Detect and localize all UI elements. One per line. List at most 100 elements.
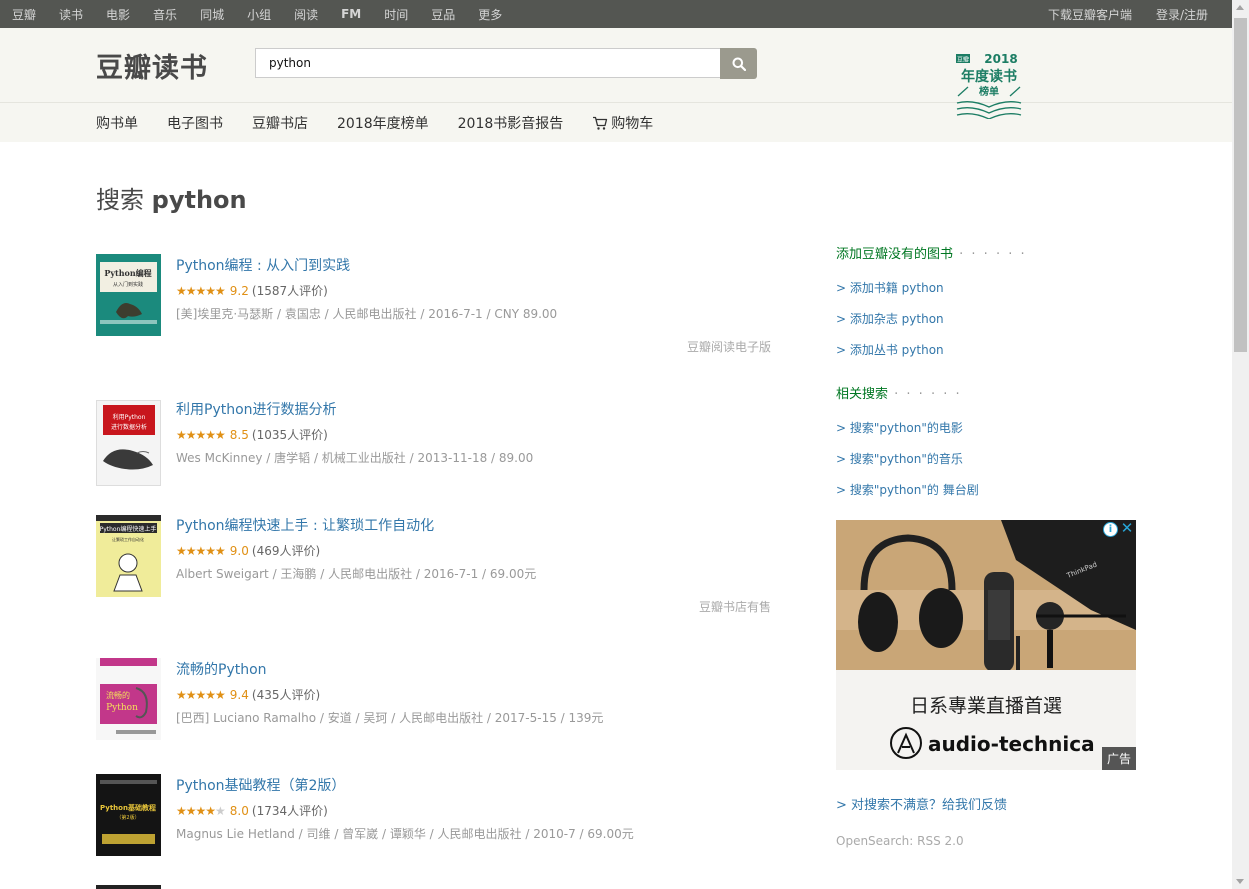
book-item: 利用Python 进行数据分析 利用Python进行数据分析 ★★★★★ 8.5… — [96, 398, 776, 488]
svg-text:豆瓣: 豆瓣 — [957, 56, 969, 64]
scroll-down-arrow-icon[interactable] — [1236, 879, 1244, 884]
scrollbar-thumb[interactable] — [1234, 18, 1247, 352]
subnav-annual-list[interactable]: 2018年度榜单 — [337, 113, 429, 133]
sidebar-ad[interactable]: ThinkPad 日系專業直播首選 audio-technica i ✕ 广告 — [836, 520, 1136, 770]
nav-douban[interactable]: 豆瓣 — [12, 6, 36, 23]
rating-count: (1035人评价) — [251, 428, 328, 442]
book-cover[interactable]: Python编程快速上手 让繁琐工作自动化 — [96, 515, 161, 597]
nav-book[interactable]: 读书 — [59, 6, 83, 23]
book-info: 利用Python进行数据分析 ★★★★★ 8.5 (1035人评价) Wes M… — [176, 398, 776, 466]
sidebar-add-section: 添加豆瓣没有的图书 · · · · · · > 添加书籍 python > 添加… — [836, 243, 1136, 358]
sidebar-add-heading: 添加豆瓣没有的图书 · · · · · · — [836, 247, 1027, 262]
scroll-up-arrow-icon[interactable] — [1236, 5, 1244, 10]
book-title[interactable]: Python基础教程（第2版） — [176, 776, 776, 796]
rating-stars-icon: ★★★★★ — [176, 543, 226, 558]
ad-close-icon[interactable]: ✕ — [1120, 520, 1134, 536]
nav-movie[interactable]: 电影 — [106, 6, 130, 23]
book-meta: [美]埃里克·马瑟斯 / 袁国忠 / 人民邮电出版社 / 2016-7-1 / … — [176, 307, 558, 321]
title-query: python — [151, 186, 247, 214]
nav-music[interactable]: 音乐 — [153, 6, 177, 23]
cart-label: 购物车 — [611, 116, 654, 132]
nav-market[interactable]: 豆品 — [431, 6, 455, 23]
book-cover[interactable]: Python基础教程 （第2版） — [96, 774, 161, 856]
book-meta: [巴西] Luciano Ramalho / 安道 / 吴珂 / 人民邮电出版社… — [176, 711, 604, 725]
svg-text:榜单: 榜单 — [979, 85, 999, 98]
global-nav: 豆瓣 读书 电影 音乐 同城 小组 阅读 FM 时间 豆品 更多 — [12, 0, 525, 28]
book-rating: ★★★★★ 8.5 (1035人评价) — [176, 426, 776, 443]
book-item: Python编程 从入门到实践 Python编程 : 从入门到实践 ★★★★★ … — [96, 254, 776, 354]
bookstore-availability-link[interactable]: 豆瓣书店有售 — [699, 598, 771, 615]
svg-text:Python编程: Python编程 — [104, 268, 151, 278]
book-rating: ★★★★★ 9.2 (1587人评价) — [176, 282, 776, 299]
svg-text:从入门到实践: 从入门到实践 — [113, 281, 143, 288]
rating-count: (1734人评价) — [251, 804, 328, 818]
rating-stars-icon: ★★★★★ — [176, 283, 226, 298]
svg-text:年度读书: 年度读书 — [961, 68, 1017, 85]
download-app-link[interactable]: 下载豆瓣客户端 — [1048, 6, 1132, 23]
account-links: 下载豆瓣客户端 登录/注册 — [1024, 0, 1208, 28]
book-meta: Wes McKinney / 唐学韬 / 机械工业出版社 / 2013-11-1… — [176, 451, 534, 465]
book-item: Python编程快速上手 让繁琐工作自动化 Python编程快速上手 : 让繁琐… — [96, 514, 776, 614]
search-input[interactable]: python — [255, 48, 720, 78]
page-scrollbar[interactable] — [1232, 0, 1249, 889]
book-title[interactable]: Python编程 : 从入门到实践 — [176, 256, 776, 276]
svg-text:（第2版）: （第2版） — [116, 814, 139, 821]
rating-count: (469人评价) — [251, 544, 321, 558]
svg-text:让繁琐工作自动化: 让繁琐工作自动化 — [112, 536, 144, 542]
ad-info-icon[interactable]: i — [1103, 522, 1118, 537]
nav-group[interactable]: 小组 — [247, 6, 271, 23]
book-title[interactable]: Python编程快速上手 : 让繁琐工作自动化 — [176, 516, 776, 536]
nav-time[interactable]: 时间 — [384, 6, 408, 23]
subnav-ebook[interactable]: 电子图书 — [167, 113, 223, 133]
add-series-link[interactable]: > 添加丛书 python — [836, 341, 1136, 358]
book-info: Python编程 : 从入门到实践 ★★★★★ 9.2 (1587人评价) [美… — [176, 254, 776, 322]
book-cover[interactable]: 流畅的 Python — [96, 658, 161, 740]
book-title[interactable]: 流畅的Python — [176, 660, 776, 680]
add-book-link[interactable]: > 添加书籍 python — [836, 279, 1136, 296]
svg-text:2018: 2018 — [984, 52, 1017, 66]
ebook-availability-link[interactable]: 豆瓣阅读电子版 — [687, 338, 771, 355]
opensearch-link[interactable]: OpenSearch: RSS 2.0 — [836, 834, 964, 848]
ad-label: 广告 — [1101, 747, 1136, 770]
rating-score: 8.5 — [229, 427, 249, 442]
book-cover[interactable]: Python编程 从入门到实践 — [96, 254, 161, 336]
svg-text:进行数据分析: 进行数据分析 — [111, 423, 147, 431]
book-cover[interactable] — [96, 885, 161, 889]
subnav-cart[interactable]: 购物车 — [592, 113, 682, 133]
title-prefix: 搜索 — [96, 186, 144, 214]
page-title: 搜索 python — [96, 180, 247, 215]
annual-list-banner[interactable]: 豆瓣 2018 年度读书 榜单 — [955, 51, 1023, 120]
subnav-annual-report[interactable]: 2018书影音报告 — [458, 113, 564, 133]
sidebar-related-heading: 相关搜索 · · · · · · — [836, 387, 962, 402]
related-drama-link[interactable]: > 搜索"python"的 舞台剧 — [836, 481, 1136, 498]
rating-stars-icon: ★★★★★ — [176, 427, 226, 442]
book-cover[interactable]: 利用Python 进行数据分析 — [96, 400, 161, 486]
nav-more[interactable]: 更多 — [478, 6, 502, 23]
book-item: Python基础教程 （第2版） Python基础教程（第2版） ★★★★★ 8… — [96, 774, 776, 864]
add-magazine-link[interactable]: > 添加杂志 python — [836, 310, 1136, 327]
rating-stars-icon: ★★★★★ — [176, 687, 226, 702]
search-button[interactable] — [720, 48, 757, 79]
svg-text:流畅的: 流畅的 — [106, 690, 130, 700]
sidebar-related-section: 相关搜索 · · · · · · > 搜索"python"的电影 > 搜索"py… — [836, 383, 1136, 498]
svg-text:日系專業直播首選: 日系專業直播首選 — [910, 695, 1062, 717]
book-rating: ★★★★★ 9.0 (469人评价) — [176, 542, 776, 559]
related-movie-link[interactable]: > 搜索"python"的电影 — [836, 419, 1136, 436]
book-item: 流畅的 Python 流畅的Python ★★★★★ 9.4 (435人评价) … — [96, 658, 776, 748]
site-logo[interactable]: 豆瓣读书 — [96, 46, 208, 85]
svg-text:Python: Python — [106, 703, 138, 713]
book-rating: ★★★★★ 9.4 (435人评价) — [176, 686, 776, 703]
related-music-link[interactable]: > 搜索"python"的音乐 — [836, 450, 1136, 467]
subnav-bookstore[interactable]: 豆瓣书店 — [252, 113, 308, 133]
svg-text:Python编程快速上手: Python编程快速上手 — [100, 525, 157, 533]
feedback-link[interactable]: > 对搜索不满意？给我们反馈 — [836, 794, 1007, 813]
book-meta: Magnus Lie Hetland / 司维 / 曾军崴 / 谭颖华 / 人民… — [176, 827, 634, 841]
nav-fm[interactable]: FM — [341, 7, 361, 21]
rating-score: 8.0 — [229, 803, 249, 818]
book-title[interactable]: 利用Python进行数据分析 — [176, 400, 776, 420]
nav-local[interactable]: 同城 — [200, 6, 224, 23]
nav-read[interactable]: 阅读 — [294, 6, 318, 23]
svg-text:Python基础教程: Python基础教程 — [100, 803, 156, 812]
subnav-booklist[interactable]: 购书单 — [96, 113, 138, 133]
login-link[interactable]: 登录/注册 — [1156, 6, 1208, 23]
